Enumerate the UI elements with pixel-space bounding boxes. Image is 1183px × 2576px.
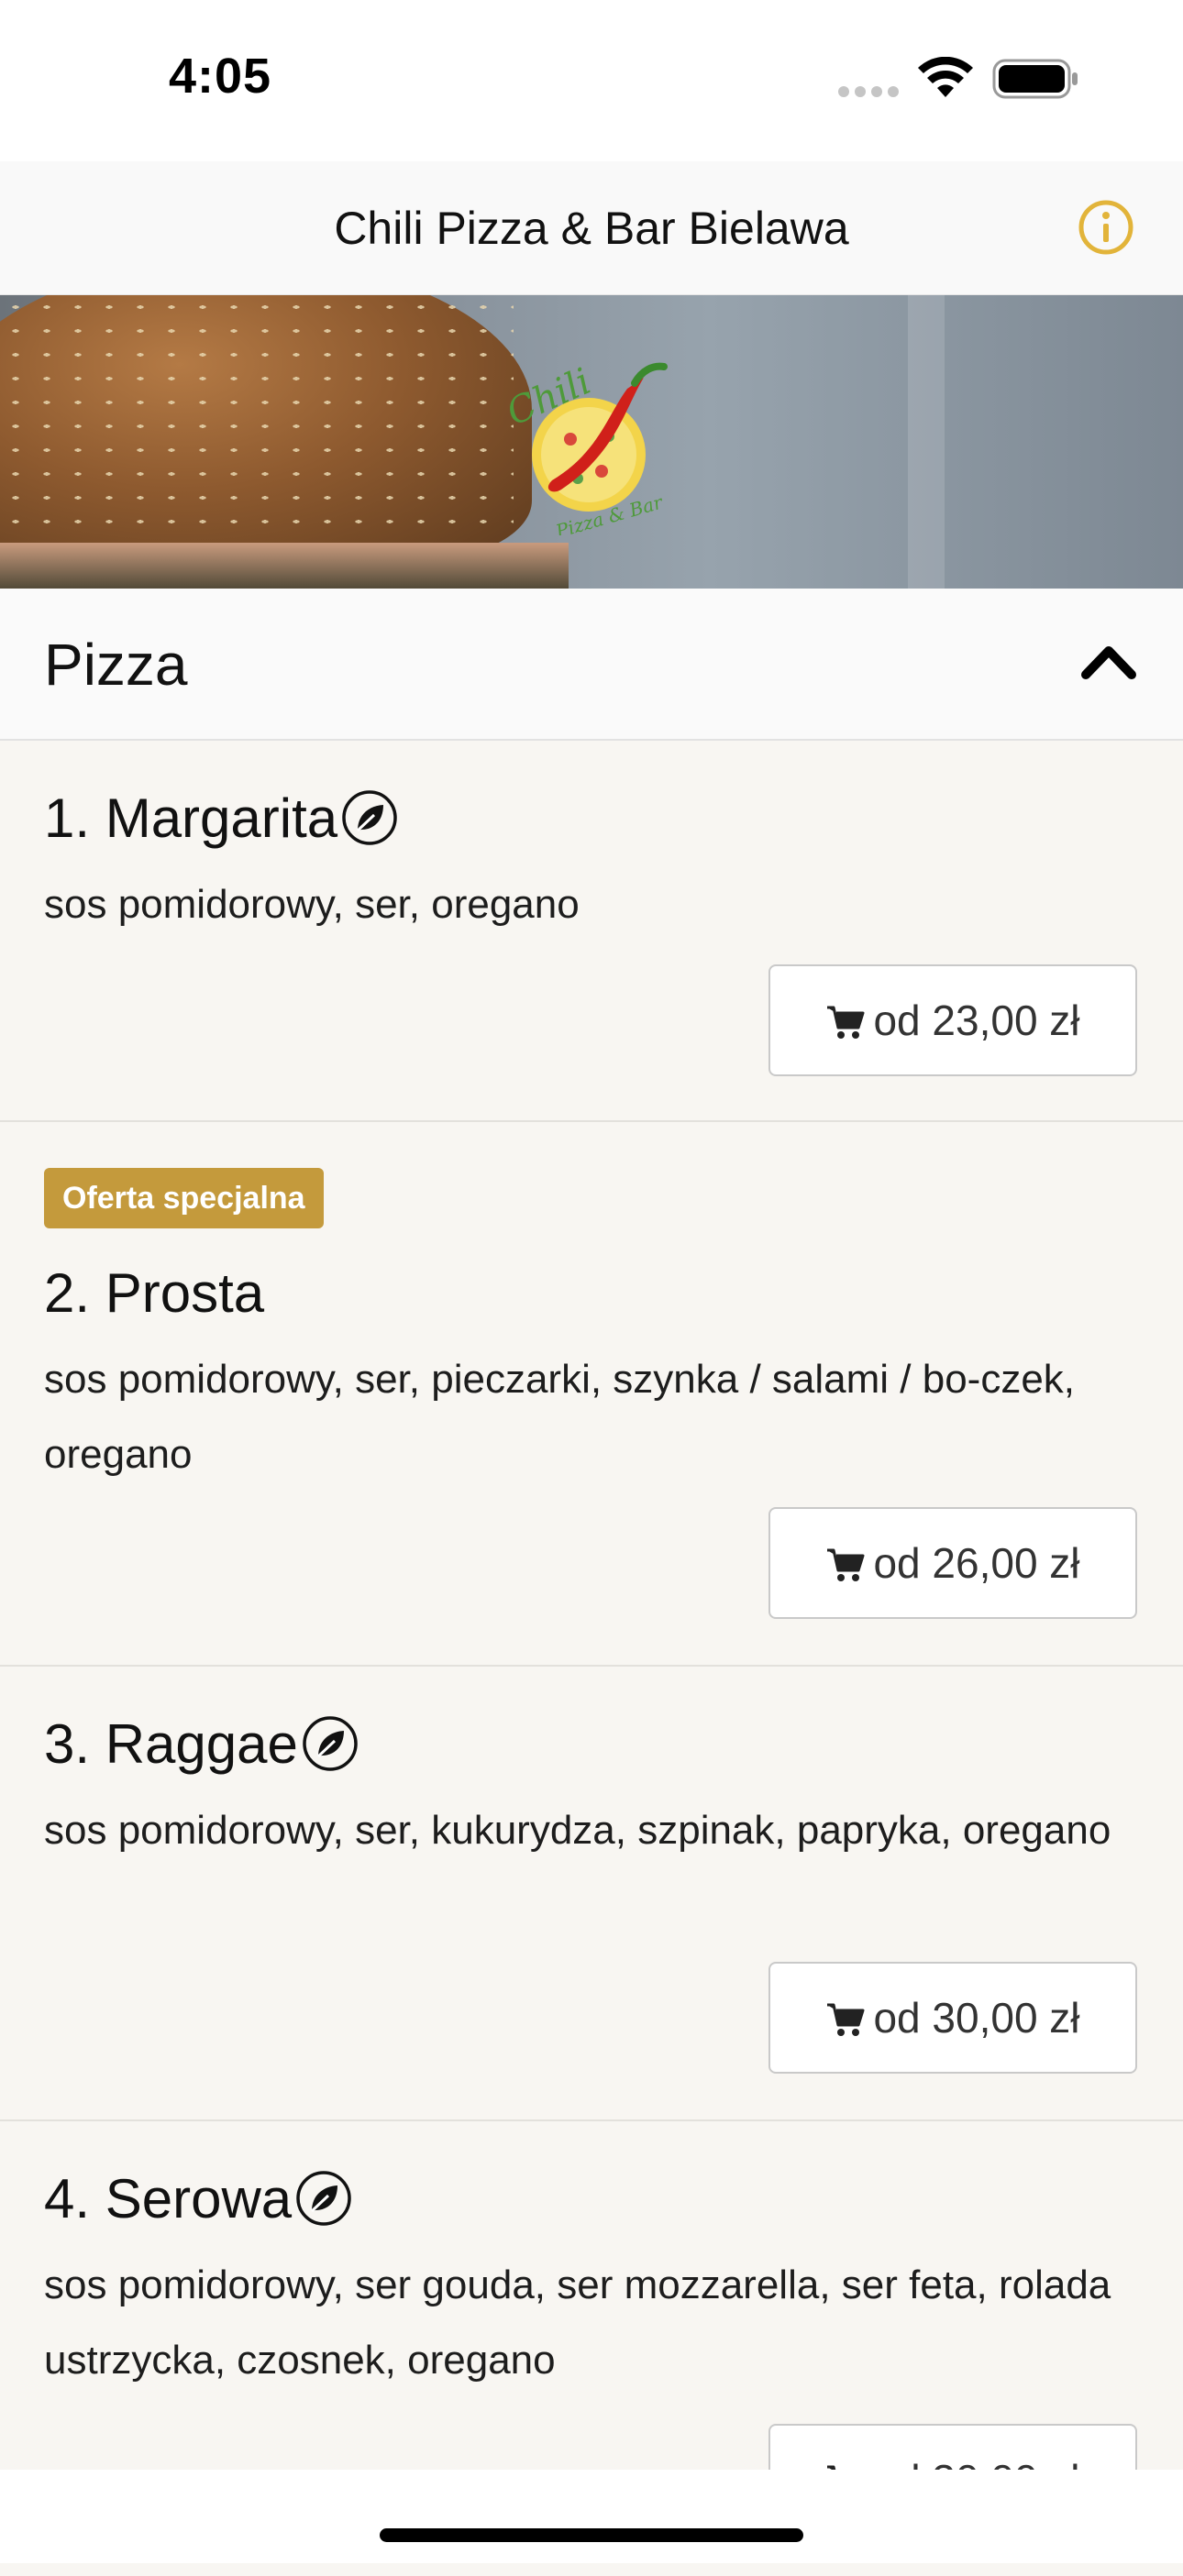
item-description: sos pomidorowy, ser, kukurydza, szpinak,… (44, 1808, 1111, 1853)
home-indicator-area (0, 2470, 1183, 2563)
add-to-cart-button[interactable]: od 26,00 zł (768, 1507, 1137, 1619)
item-description: sos pomidorowy, ser, oregano (44, 882, 580, 927)
home-indicator[interactable] (380, 2528, 803, 2542)
vegetarian-leaf-icon (303, 1716, 358, 1771)
price-label: od 23,00 zł (873, 996, 1080, 1044)
status-time: 4:05 (169, 49, 272, 104)
item-name-text: 3. Raggae (44, 1713, 298, 1775)
sesame-texture (0, 295, 514, 534)
item-name: 2. Prosta (44, 1261, 264, 1325)
chevron-up-icon[interactable] (1078, 633, 1139, 693)
item-description: sos pomidorowy, ser gouda, ser mozzarell… (44, 2262, 1111, 2383)
restaurant-logo: Chili Pizza & Bar (506, 360, 668, 535)
page-title: Chili Pizza & Bar Bielawa (334, 203, 849, 254)
background-stripe (908, 295, 945, 589)
category-header-pizza[interactable]: Pizza (0, 589, 1183, 741)
status-bar: 4:05 (0, 0, 1183, 161)
special-offer-badge: Oferta specjalna (44, 1168, 324, 1228)
item-name-text: 2. Prosta (44, 1262, 265, 1324)
battery-icon (992, 59, 1078, 99)
cart-icon (827, 2003, 865, 2036)
info-icon[interactable] (1077, 198, 1135, 257)
item-name: 3. Raggae (44, 1712, 359, 1776)
item-name-text: 4. Serowa (44, 2168, 293, 2229)
menu-item[interactable]: 1. Margarita sos pomidorowy, ser, oregan… (0, 741, 1183, 1122)
cart-icon (827, 1006, 865, 1039)
hero-banner: Chili Pizza & Bar (0, 295, 1183, 589)
add-to-cart-button[interactable]: od 30,00 zł (768, 1962, 1137, 2074)
vegetarian-leaf-icon (296, 2171, 351, 2226)
menu-item[interactable]: 3. Raggae sos pomidorowy, ser, kukurydza… (0, 1667, 1183, 2121)
item-name: 1. Margarita (44, 787, 398, 850)
burger-filling-image (0, 543, 569, 589)
price-label: od 26,00 zł (873, 1539, 1080, 1587)
item-name-text: 1. Margarita (44, 787, 338, 849)
add-to-cart-button[interactable]: od 23,00 zł (768, 964, 1137, 1076)
cart-icon (827, 1548, 865, 1581)
price-label: od 30,00 zł (873, 1994, 1080, 2042)
wifi-icon (918, 57, 973, 97)
item-description: sos pomidorowy, ser, pieczarki, szynka /… (44, 1357, 1076, 1477)
vegetarian-leaf-icon (342, 790, 397, 845)
cellular-signal-icon (838, 86, 899, 97)
navigation-bar: Chili Pizza & Bar Bielawa (0, 161, 1183, 295)
category-title: Pizza (44, 632, 188, 698)
menu-item[interactable]: Oferta specjalna 2. Prosta sos pomidorow… (0, 1122, 1183, 1667)
item-name: 4. Serowa (44, 2167, 352, 2230)
